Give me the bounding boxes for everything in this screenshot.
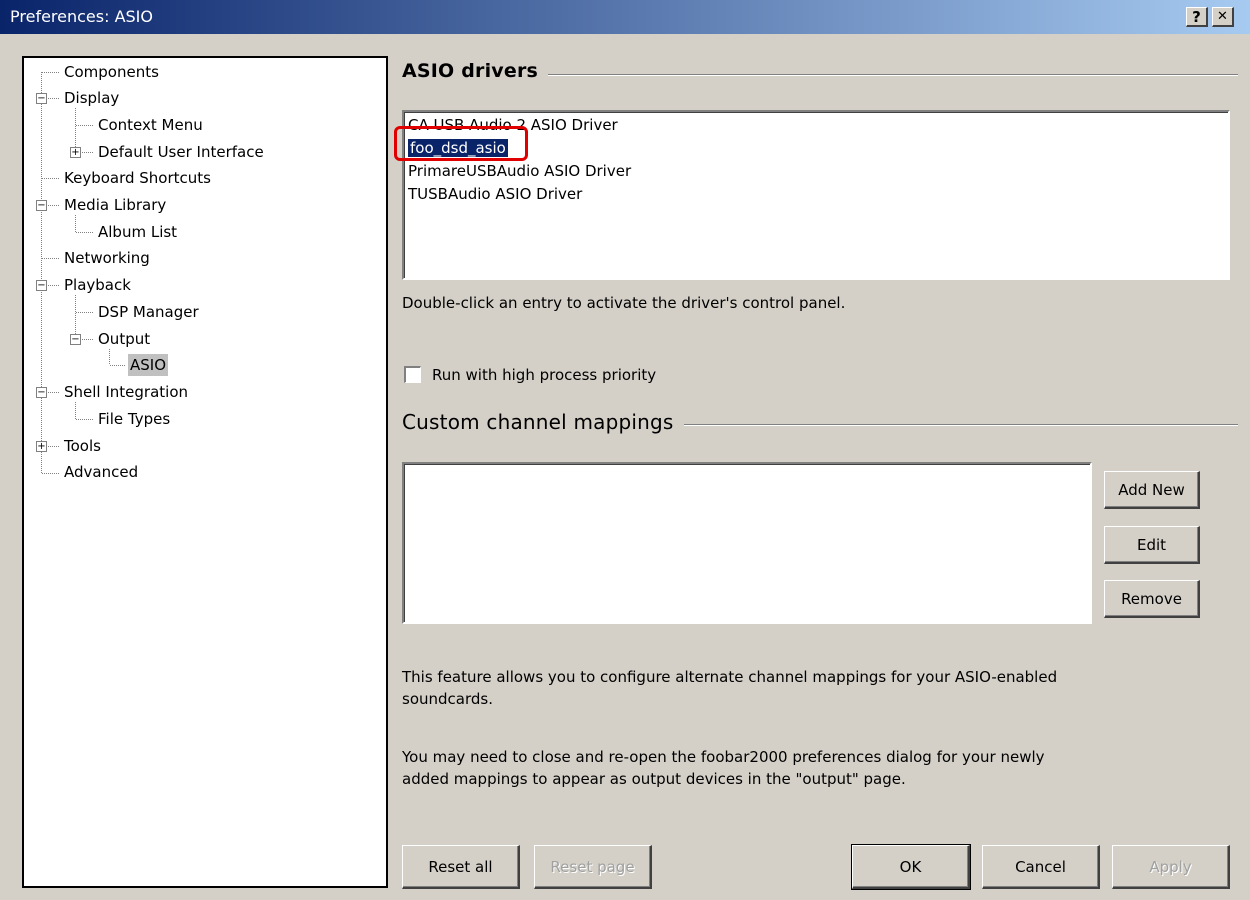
tree-item-advanced[interactable]: Advanced xyxy=(62,461,140,483)
mappings-section-title: Custom channel mappings xyxy=(402,410,684,434)
tree-item-context-menu[interactable]: Context Menu xyxy=(96,114,205,136)
help-icon[interactable]: ? xyxy=(1186,7,1208,27)
reset-page-button[interactable]: Reset page xyxy=(534,845,652,889)
tree-item-output[interactable]: Output xyxy=(96,328,152,350)
ok-button[interactable]: OK xyxy=(851,844,971,890)
channel-mapping-list[interactable] xyxy=(402,462,1092,624)
tree-item-file-types[interactable]: File Types xyxy=(96,408,172,430)
close-icon[interactable]: ✕ xyxy=(1212,7,1234,27)
mappings-description-line1: This feature allows you to configure alt… xyxy=(402,668,1058,686)
tree-item-media-library[interactable]: Media Library xyxy=(62,194,168,216)
tree-item-default-user-interface[interactable]: Default User Interface xyxy=(96,141,266,163)
driver-list-item[interactable]: PrimareUSBAudio ASIO Driver xyxy=(408,160,631,182)
tree-item-keyboard-shortcuts[interactable]: Keyboard Shortcuts xyxy=(62,167,213,189)
display-collapse-icon[interactable]: − xyxy=(36,93,47,104)
tree-item-asio[interactable]: ASIO xyxy=(128,354,169,376)
highlight-annotation xyxy=(394,126,528,161)
title-bar: Preferences: ASIO ? ✕ xyxy=(0,0,1250,34)
mappings-note-line2: added mappings to appear as output devic… xyxy=(402,770,906,788)
playback-collapse-icon[interactable]: − xyxy=(36,280,47,291)
cancel-button[interactable]: Cancel xyxy=(982,845,1100,889)
default-ui-expand-icon[interactable]: + xyxy=(70,147,81,158)
tree-item-tools[interactable]: Tools xyxy=(62,435,103,457)
remove-button[interactable]: Remove xyxy=(1104,580,1200,618)
tree-item-networking[interactable]: Networking xyxy=(62,247,152,269)
tree-item-album-list[interactable]: Album List xyxy=(96,221,179,243)
mappings-note-line1: You may need to close and re-open the fo… xyxy=(402,748,1045,766)
mappings-description-line2: soundcards. xyxy=(402,690,493,708)
reset-all-button[interactable]: Reset all xyxy=(402,845,520,889)
preferences-window: Preferences: ASIO ? ✕ − + − − − − + Comp… xyxy=(0,0,1250,900)
preferences-tree[interactable]: − + − − − − + Components Display Context… xyxy=(22,56,388,888)
edit-button[interactable]: Edit xyxy=(1104,526,1200,564)
asio-section-title: ASIO drivers xyxy=(402,60,549,82)
window-title: Preferences: ASIO xyxy=(10,7,153,26)
tree-item-display[interactable]: Display xyxy=(62,87,121,109)
tree-item-shell-integration[interactable]: Shell Integration xyxy=(62,381,190,403)
tree-item-components[interactable]: Components xyxy=(62,61,161,83)
add-new-button[interactable]: Add New xyxy=(1104,471,1200,509)
media-library-collapse-icon[interactable]: − xyxy=(36,200,47,211)
high-priority-checkbox[interactable] xyxy=(404,366,421,383)
shell-integration-collapse-icon[interactable]: − xyxy=(36,387,47,398)
tree-lines xyxy=(41,72,126,474)
asio-hint-text: Double-click an entry to activate the dr… xyxy=(402,294,846,312)
tree-item-dsp-manager[interactable]: DSP Manager xyxy=(96,301,201,323)
output-collapse-icon[interactable]: − xyxy=(70,334,81,345)
tools-expand-icon[interactable]: + xyxy=(36,441,47,452)
apply-button[interactable]: Apply xyxy=(1112,845,1230,889)
driver-list-item[interactable]: TUSBAudio ASIO Driver xyxy=(408,183,582,205)
high-priority-label[interactable]: Run with high process priority xyxy=(432,364,656,386)
tree-item-playback[interactable]: Playback xyxy=(62,274,133,296)
